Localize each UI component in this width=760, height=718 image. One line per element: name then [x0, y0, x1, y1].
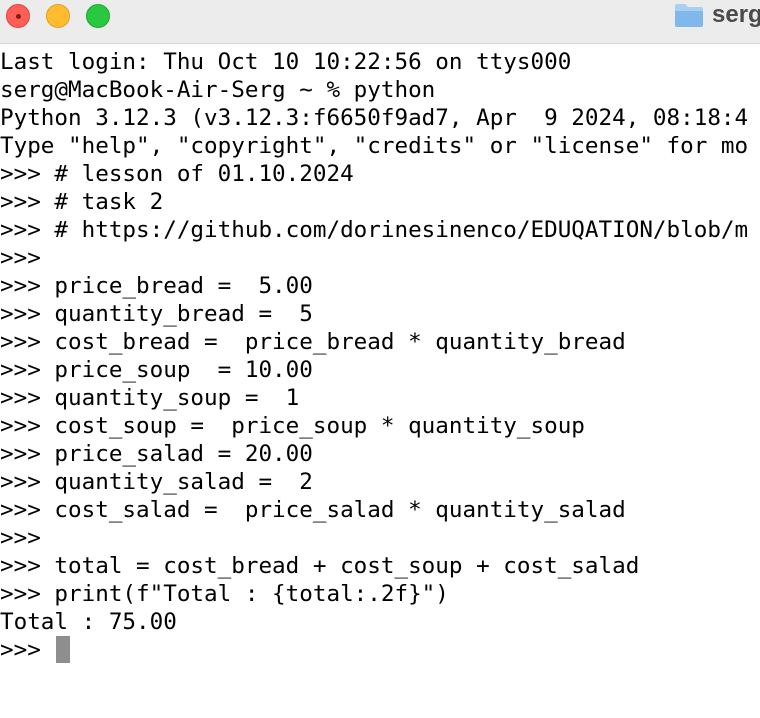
- terminal-line: >>> # https://github.com/dorinesinenco/E…: [0, 217, 749, 243]
- close-button[interactable]: [6, 4, 30, 28]
- terminal-line: >>> cost_soup = price_soup * quantity_so…: [0, 413, 585, 439]
- terminal-prompt-line[interactable]: >>>: [0, 636, 54, 664]
- terminal-line: serg@MacBook-Air-Serg ~ % python: [0, 77, 436, 103]
- terminal-line: >>> total = cost_bread + cost_soup + cos…: [0, 553, 640, 579]
- terminal-line: >>>: [0, 525, 41, 551]
- terminal-line: Type "help", "copyright", "credits" or "…: [0, 133, 749, 159]
- terminal-line: >>> quantity_soup = 1: [0, 385, 300, 411]
- terminal-line: >>> print(f"Total : {total:.2f}"): [0, 581, 449, 607]
- terminal-window: serg Last login: Thu Oct 10 10:22:56 on …: [0, 0, 760, 718]
- title-bar[interactable]: serg: [0, 0, 760, 44]
- terminal-line: Last login: Thu Oct 10 10:22:56 on ttys0…: [0, 49, 572, 75]
- terminal-line: >>> cost_salad = price_salad * quantity_…: [0, 497, 626, 523]
- terminal-line: >>> price_salad = 20.00: [0, 441, 313, 467]
- terminal-line: >>> price_soup = 10.00: [0, 357, 313, 383]
- terminal-line: >>> # lesson of 01.10.2024: [0, 161, 354, 187]
- terminal-line: >>> quantity_bread = 5: [0, 301, 313, 327]
- text-cursor: [56, 636, 70, 663]
- terminal-line: Python 3.12.3 (v3.12.3:f6650f9ad7, Apr 9…: [0, 105, 749, 131]
- terminal-line: >>> # task 2: [0, 189, 164, 215]
- window-title: serg: [712, 1, 760, 28]
- minimize-button[interactable]: [46, 4, 70, 28]
- maximize-button[interactable]: [86, 4, 110, 28]
- terminal-line: >>> quantity_salad = 2: [0, 469, 313, 495]
- terminal-line: >>> cost_bread = price_bread * quantity_…: [0, 329, 626, 355]
- folder-icon: [675, 4, 703, 27]
- terminal-content[interactable]: Last login: Thu Oct 10 10:22:56 on ttys0…: [0, 48, 760, 718]
- terminal-line: >>>: [0, 245, 41, 271]
- terminal-output-line: Total : 75.00: [0, 609, 177, 635]
- terminal-line: >>> price_bread = 5.00: [0, 273, 313, 299]
